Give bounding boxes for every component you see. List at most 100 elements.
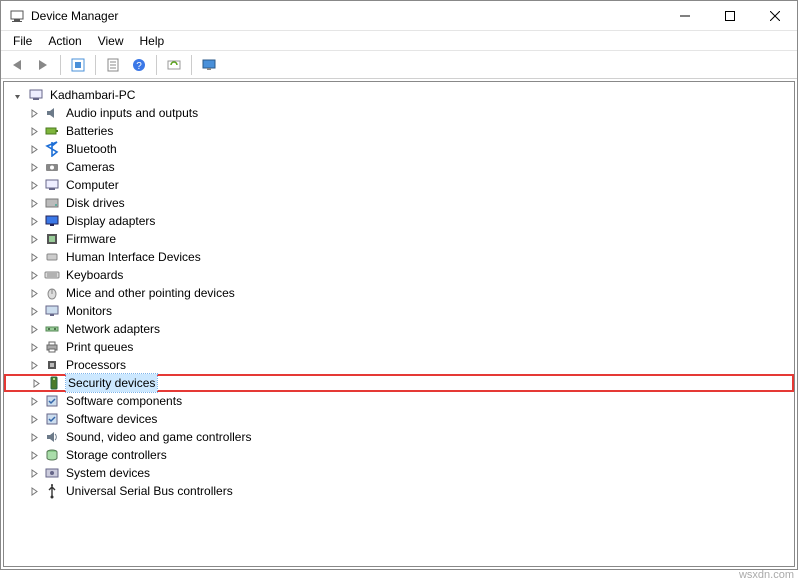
expander-closed-icon[interactable]: [28, 233, 40, 245]
tree-item-label: Software components: [64, 392, 184, 410]
storage-icon: [44, 447, 60, 463]
tree-item-label: Keyboards: [64, 266, 125, 284]
tree-item[interactable]: Processors: [4, 356, 794, 374]
menu-view[interactable]: View: [90, 32, 132, 50]
expander-closed-icon[interactable]: [28, 485, 40, 497]
tree-item-label: Batteries: [64, 122, 115, 140]
expander-closed-icon[interactable]: [28, 251, 40, 263]
tree-item[interactable]: Display adapters: [4, 212, 794, 230]
security-icon: [46, 375, 62, 391]
menu-file[interactable]: File: [5, 32, 40, 50]
tree-item[interactable]: Firmware: [4, 230, 794, 248]
tree-item[interactable]: Audio inputs and outputs: [4, 104, 794, 122]
expander-closed-icon[interactable]: [28, 395, 40, 407]
tree-item-label: Print queues: [64, 338, 135, 356]
expander-closed-icon[interactable]: [28, 197, 40, 209]
display-icon: [44, 213, 60, 229]
expander-closed-icon[interactable]: [28, 431, 40, 443]
mouse-icon: [44, 285, 60, 301]
system-icon: [44, 465, 60, 481]
titlebar: Device Manager: [1, 1, 797, 31]
tree-item-label: Computer: [64, 176, 121, 194]
bluetooth-icon: [44, 141, 60, 157]
toolbar-properties-button[interactable]: [101, 53, 125, 77]
tree-item-label: Universal Serial Bus controllers: [64, 482, 235, 500]
expander-closed-icon[interactable]: [28, 161, 40, 173]
toolbar-monitor-button[interactable]: [197, 53, 221, 77]
tree-item[interactable]: Bluetooth: [4, 140, 794, 158]
audio-icon: [44, 105, 60, 121]
tree-item[interactable]: Network adapters: [4, 320, 794, 338]
menu-action[interactable]: Action: [40, 32, 89, 50]
expander-closed-icon[interactable]: [28, 323, 40, 335]
expander-closed-icon[interactable]: [28, 359, 40, 371]
camera-icon: [44, 159, 60, 175]
tree-item[interactable]: Cameras: [4, 158, 794, 176]
window-title: Device Manager: [31, 9, 662, 23]
close-button[interactable]: [752, 1, 797, 30]
tree-item[interactable]: Print queues: [4, 338, 794, 356]
tree-item[interactable]: Keyboards: [4, 266, 794, 284]
watermark: wsxdn.com: [739, 569, 794, 581]
tree-item[interactable]: Storage controllers: [4, 446, 794, 464]
toolbar-scan-button[interactable]: [162, 53, 186, 77]
expander-open-icon[interactable]: [12, 89, 24, 101]
expander-closed-icon[interactable]: [30, 377, 42, 389]
software-icon: [44, 411, 60, 427]
toolbar-show-hidden-button[interactable]: [66, 53, 90, 77]
usb-icon: [44, 483, 60, 499]
toolbar-forward-button[interactable]: [31, 53, 55, 77]
tree-item[interactable]: Sound, video and game controllers: [4, 428, 794, 446]
device-tree-pane[interactable]: Kadhambari-PC Audio inputs and outputsBa…: [3, 81, 795, 567]
window: Device Manager File Action View Help: [0, 0, 798, 570]
expander-closed-icon[interactable]: [28, 287, 40, 299]
computer-icon: [28, 87, 44, 103]
expander-closed-icon[interactable]: [28, 269, 40, 281]
tree-item-label: Network adapters: [64, 320, 162, 338]
tree-item-label: System devices: [64, 464, 152, 482]
tree-item-label: Disk drives: [64, 194, 127, 212]
tree-root-label: Kadhambari-PC: [48, 86, 137, 104]
software-icon: [44, 393, 60, 409]
tree-item[interactable]: Universal Serial Bus controllers: [4, 482, 794, 500]
toolbar-separator: [191, 55, 192, 75]
expander-closed-icon[interactable]: [28, 413, 40, 425]
tree-item[interactable]: Computer: [4, 176, 794, 194]
expander-closed-icon[interactable]: [28, 467, 40, 479]
expander-closed-icon[interactable]: [28, 179, 40, 191]
expander-closed-icon[interactable]: [28, 341, 40, 353]
tree-item[interactable]: System devices: [4, 464, 794, 482]
printer-icon: [44, 339, 60, 355]
cpu-icon: [44, 357, 60, 373]
expander-closed-icon[interactable]: [28, 215, 40, 227]
app-icon: [9, 8, 25, 24]
monitor-icon: [44, 303, 60, 319]
tree-item[interactable]: Human Interface Devices: [4, 248, 794, 266]
tree-item-label: Software devices: [64, 410, 159, 428]
maximize-button[interactable]: [707, 1, 752, 30]
hid-icon: [44, 249, 60, 265]
device-tree: Kadhambari-PC Audio inputs and outputsBa…: [4, 86, 794, 500]
tree-root[interactable]: Kadhambari-PC: [4, 86, 794, 104]
sound-icon: [44, 429, 60, 445]
tree-item[interactable]: Batteries: [4, 122, 794, 140]
toolbar-back-button[interactable]: [5, 53, 29, 77]
expander-closed-icon[interactable]: [28, 125, 40, 137]
expander-closed-icon[interactable]: [28, 107, 40, 119]
tree-item-label: Cameras: [64, 158, 117, 176]
expander-closed-icon[interactable]: [28, 449, 40, 461]
tree-item[interactable]: Disk drives: [4, 194, 794, 212]
tree-item[interactable]: Security devices: [4, 374, 794, 392]
tree-item[interactable]: Mice and other pointing devices: [4, 284, 794, 302]
expander-closed-icon[interactable]: [28, 305, 40, 317]
svg-text:?: ?: [136, 61, 142, 72]
tree-item[interactable]: Software devices: [4, 410, 794, 428]
network-icon: [44, 321, 60, 337]
toolbar-help-button[interactable]: ?: [127, 53, 151, 77]
tree-item[interactable]: Monitors: [4, 302, 794, 320]
minimize-button[interactable]: [662, 1, 707, 30]
expander-closed-icon[interactable]: [28, 143, 40, 155]
menu-help[interactable]: Help: [132, 32, 173, 50]
tree-item[interactable]: Software components: [4, 392, 794, 410]
toolbar-separator: [156, 55, 157, 75]
